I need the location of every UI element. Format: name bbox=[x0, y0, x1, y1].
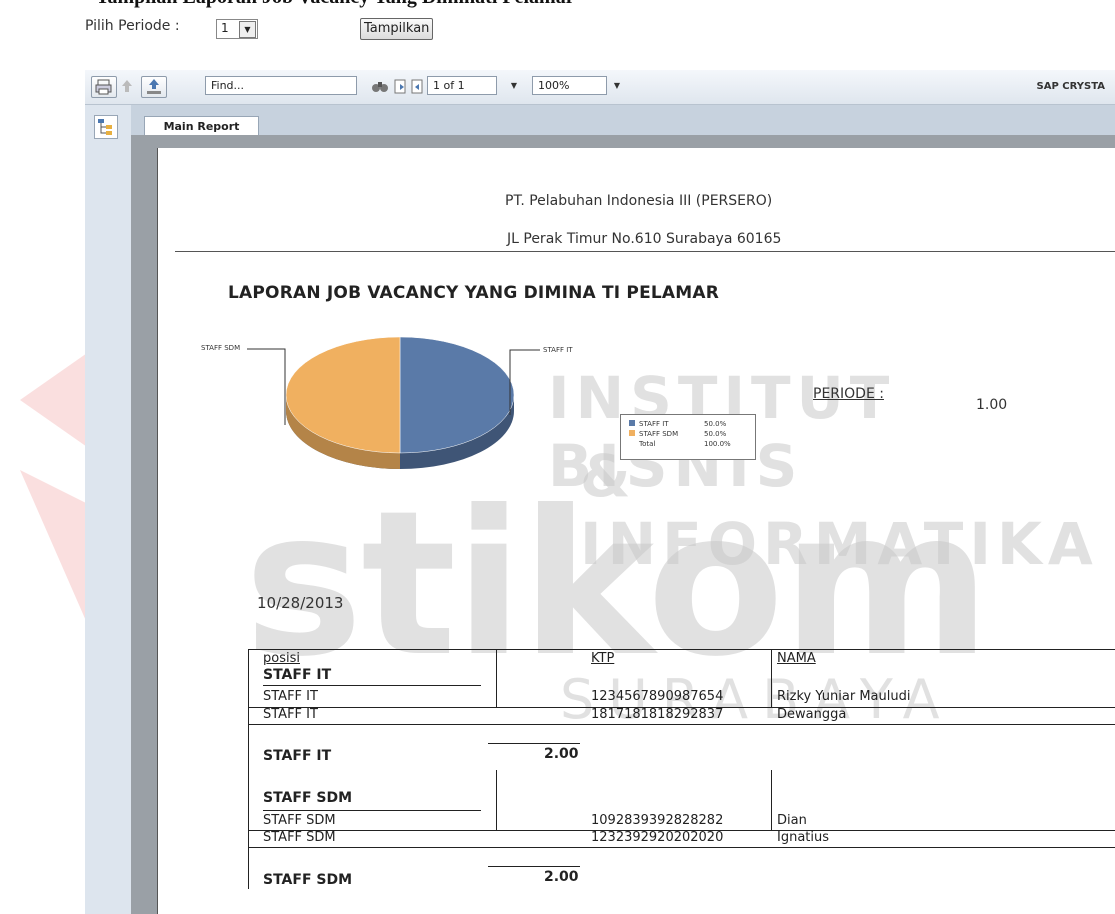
chevron-down-icon[interactable]: ▼ bbox=[239, 21, 256, 38]
row-line bbox=[248, 724, 1115, 725]
pie-leader-lines bbox=[247, 348, 540, 425]
table-cell-ktp: 1234567890987654 bbox=[591, 689, 724, 704]
group-footer-label: STAFF IT bbox=[263, 748, 332, 764]
table-cell-ktp: 1232392920202020 bbox=[591, 830, 724, 845]
periode-label: PERIODE : bbox=[813, 386, 884, 402]
legend-row-staff-it: STAFF IT 50.0% bbox=[629, 420, 726, 428]
legend-value: 50.0% bbox=[704, 420, 727, 428]
legend-row-total: Total 100.0% bbox=[639, 440, 731, 448]
export-icon[interactable] bbox=[141, 76, 167, 98]
group-header: STAFF IT bbox=[263, 667, 332, 683]
viewer-toolbar: Find... 1 of 1 ▼ 100% ▼ SAP CRYSTA bbox=[85, 70, 1115, 105]
section-heading-fragment: Tampilan Laporan Job Vacancy Yang Dimina… bbox=[96, 0, 575, 9]
col-header-nama: NAMA bbox=[777, 651, 816, 666]
header-divider bbox=[175, 251, 1115, 252]
col-divider-3 bbox=[496, 770, 497, 830]
period-select[interactable]: 1 ▼ bbox=[216, 19, 258, 39]
legend-row-staff-sdm: STAFF SDM 50.0% bbox=[629, 430, 726, 438]
legend-value: 50.0% bbox=[704, 430, 727, 438]
page-dropdown-chevron-icon[interactable]: ▼ bbox=[502, 76, 526, 96]
table-cell-ktp: 1092839392828282 bbox=[591, 813, 724, 828]
last-page-icon[interactable] bbox=[410, 76, 426, 96]
table-cell-nama: Dian bbox=[777, 813, 807, 828]
legend-label: Total bbox=[639, 440, 656, 448]
table-cell-posisi: STAFF IT bbox=[263, 689, 318, 704]
period-label: Pilih Periode : bbox=[85, 18, 180, 34]
watermark-logo-text: stikom bbox=[244, 468, 991, 701]
table-cell-nama: Rizky Yuniar Mauludi bbox=[777, 689, 911, 704]
group-footer-count: 2.00 bbox=[544, 869, 579, 885]
page-indicator[interactable]: 1 of 1 bbox=[427, 76, 497, 95]
arrow-up-icon[interactable] bbox=[117, 76, 137, 96]
col-divider-1 bbox=[496, 649, 497, 707]
group-header-underline bbox=[263, 810, 481, 811]
company-address: JL Perak Timur No.610 Surabaya 60165 bbox=[507, 231, 782, 247]
zoom-chevron-icon[interactable]: ▼ bbox=[610, 76, 624, 96]
tab-main-report[interactable]: Main Report bbox=[144, 116, 259, 136]
sap-crystal-brand: SAP CRYSTA bbox=[1036, 81, 1105, 92]
table-cell-posisi: STAFF SDM bbox=[263, 813, 336, 828]
legend-swatch-sdm bbox=[629, 430, 635, 436]
group-footer-count: 2.00 bbox=[544, 746, 579, 762]
pie-label-staff-sdm: STAFF SDM bbox=[201, 344, 241, 352]
group-tree-panel bbox=[85, 105, 132, 914]
periode-value: 1.00 bbox=[976, 397, 1008, 413]
table-cell-nama: Dewangga bbox=[777, 707, 847, 722]
table-cell-posisi: STAFF SDM bbox=[263, 830, 336, 845]
chart-legend: STAFF IT 50.0% STAFF SDM 50.0% Total 100.0% bbox=[620, 414, 756, 460]
table-cell-posisi: STAFF IT bbox=[263, 707, 318, 722]
report-tab-strip: Main Report bbox=[131, 105, 1115, 136]
group-footer-label: STAFF SDM bbox=[263, 872, 353, 888]
print-icon[interactable] bbox=[91, 76, 117, 98]
next-page-icon[interactable] bbox=[393, 76, 409, 96]
company-name: PT. Pelabuhan Indonesia III (PERSERO) bbox=[505, 193, 773, 209]
table-top-border bbox=[248, 649, 1115, 650]
table-cell-ktp: 1817181818292837 bbox=[591, 707, 724, 722]
binoculars-icon[interactable] bbox=[369, 76, 391, 96]
group-header-underline bbox=[263, 685, 481, 686]
col-divider-4 bbox=[771, 770, 772, 830]
legend-label: STAFF IT bbox=[639, 420, 669, 428]
table-cell-nama: Ignatius bbox=[777, 830, 830, 845]
legend-value: 100.0% bbox=[704, 440, 731, 448]
period-select-value: 1 bbox=[221, 21, 229, 35]
zoom-select[interactable]: 100% bbox=[532, 76, 607, 95]
row-line bbox=[248, 847, 1115, 848]
legend-swatch-it bbox=[629, 420, 635, 426]
tampilkan-button[interactable]: Tampilkan bbox=[360, 18, 434, 40]
col-divider-2 bbox=[771, 649, 772, 707]
report-date: 10/28/2013 bbox=[257, 594, 344, 612]
report-title: LAPORAN JOB VACANCY YANG DIMINA TI PELAM… bbox=[228, 283, 720, 303]
legend-label: STAFF SDM bbox=[639, 430, 679, 438]
table-left-border bbox=[248, 649, 249, 889]
footer-sum-rule bbox=[488, 866, 580, 867]
footer-sum-rule bbox=[488, 743, 580, 744]
col-header-posisi: posisi bbox=[263, 651, 300, 666]
group-header: STAFF SDM bbox=[263, 790, 353, 806]
group-tree-toggle-icon[interactable] bbox=[94, 115, 118, 139]
find-input[interactable]: Find... bbox=[205, 76, 357, 95]
col-header-ktp: KTP bbox=[591, 651, 615, 666]
